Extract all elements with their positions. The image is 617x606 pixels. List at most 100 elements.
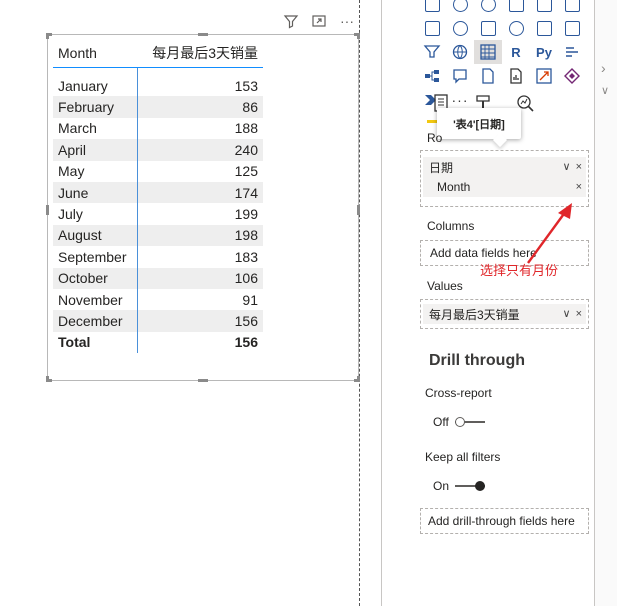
close-icon[interactable]: × bbox=[576, 307, 582, 321]
close-icon[interactable]: × bbox=[576, 180, 582, 194]
row-label: July bbox=[53, 203, 138, 225]
resize-handle[interactable] bbox=[46, 33, 49, 39]
table-icon[interactable] bbox=[474, 16, 502, 40]
map-icon[interactable] bbox=[446, 0, 474, 16]
cross-report-toggle-row: Off bbox=[433, 415, 485, 429]
table-row[interactable]: March 188 bbox=[53, 117, 263, 140]
shape-map-icon[interactable] bbox=[502, 0, 530, 16]
funnel-icon[interactable] bbox=[418, 16, 446, 40]
smart-narrative-icon[interactable] bbox=[474, 64, 502, 88]
more-options-icon[interactable]: ··· bbox=[338, 12, 356, 30]
row-label: January bbox=[53, 75, 138, 97]
table-row[interactable]: December 156 bbox=[53, 310, 263, 332]
table-row[interactable]: February 86 bbox=[53, 96, 263, 118]
columns-label: Columns bbox=[427, 219, 475, 233]
close-icon[interactable]: × bbox=[576, 160, 582, 174]
decomposition-tree-icon[interactable] bbox=[418, 64, 446, 88]
values-well[interactable]: 每月最后3天销量 ∨ × bbox=[420, 299, 589, 329]
row-value: 156 bbox=[137, 310, 263, 332]
cross-report-label: Cross-report bbox=[425, 386, 492, 400]
total-value: 156 bbox=[234, 334, 258, 351]
key-influencers-icon[interactable] bbox=[558, 40, 586, 64]
resize-handle[interactable] bbox=[357, 33, 360, 39]
paginated-report-icon[interactable] bbox=[502, 64, 530, 88]
row-value: 198 bbox=[137, 224, 263, 247]
column-header-sales[interactable]: 每月最后3天销量 bbox=[137, 39, 263, 68]
resize-handle[interactable] bbox=[357, 376, 360, 382]
resize-handle[interactable] bbox=[46, 205, 49, 215]
chevron-down-icon[interactable]: ∨ bbox=[563, 160, 571, 174]
drill-through-well[interactable]: Add drill-through fields here bbox=[420, 508, 589, 534]
row-value: 174 bbox=[137, 181, 263, 204]
row-label: October bbox=[53, 267, 138, 289]
row-value: 183 bbox=[234, 248, 258, 265]
row-value: 125 bbox=[234, 163, 258, 180]
matrix-visual[interactable]: Month 每月最后3天销量 January 153 February 86 March… bbox=[46, 33, 360, 382]
slicer-icon[interactable] bbox=[558, 16, 586, 40]
resize-handle[interactable] bbox=[198, 379, 208, 382]
pane-gap bbox=[362, 0, 382, 606]
line-clustered-column-icon[interactable] bbox=[418, 0, 446, 16]
resize-handle[interactable] bbox=[46, 376, 49, 382]
row-value: 188 bbox=[234, 120, 258, 137]
drill-through-title: Drill through bbox=[429, 352, 525, 369]
row-value: 106 bbox=[137, 267, 263, 289]
row-label: March bbox=[53, 117, 138, 140]
row-value: 199 bbox=[234, 206, 258, 223]
table-row[interactable]: October 106 bbox=[53, 267, 263, 289]
table-row[interactable]: May 125 bbox=[53, 160, 263, 182]
column-header-month[interactable]: Month bbox=[53, 39, 137, 68]
python-visual-icon[interactable]: Py bbox=[530, 40, 558, 64]
donut-icon[interactable] bbox=[502, 16, 530, 40]
rows-field-date-hierarchy[interactable]: 日期 ∨ × bbox=[423, 157, 586, 177]
filled-map-icon[interactable] bbox=[474, 0, 502, 16]
power-apps-icon[interactable] bbox=[530, 64, 558, 88]
drill-through-placeholder: Add drill-through fields here bbox=[428, 514, 575, 528]
table-row[interactable]: January 153 bbox=[53, 75, 263, 97]
table-row[interactable]: June 174 bbox=[53, 181, 263, 204]
field-label: Month bbox=[437, 180, 471, 194]
row-label: September bbox=[53, 246, 138, 268]
table-row[interactable]: November 91 bbox=[53, 288, 263, 311]
chevron-down-icon[interactable]: ∨ bbox=[601, 84, 609, 97]
row-label: August bbox=[53, 224, 138, 247]
row-value: 86 bbox=[137, 96, 263, 118]
table-row[interactable]: April 240 bbox=[53, 139, 263, 161]
keep-all-filters-toggle[interactable] bbox=[455, 481, 486, 491]
visual-header: ··· bbox=[282, 12, 356, 32]
table-row[interactable]: September 183 bbox=[53, 246, 263, 268]
row-label: May bbox=[53, 160, 138, 182]
funnel-chart-icon[interactable] bbox=[418, 40, 446, 64]
multi-row-card-icon[interactable] bbox=[558, 0, 586, 16]
keep-all-filters-state: On bbox=[433, 479, 450, 493]
table-row[interactable]: July 199 bbox=[53, 203, 263, 225]
cross-report-toggle[interactable] bbox=[454, 417, 485, 427]
total-row[interactable]: Total 156 bbox=[53, 331, 263, 354]
cross-report-state: Off bbox=[433, 415, 449, 429]
qna-icon[interactable] bbox=[446, 64, 474, 88]
keep-all-filters-toggle-row: On bbox=[433, 479, 486, 493]
row-label: November bbox=[53, 288, 138, 311]
rows-field-month[interactable]: Month × bbox=[423, 177, 586, 197]
resize-handle[interactable] bbox=[198, 33, 208, 36]
matrix-visual-icon[interactable] bbox=[474, 40, 502, 64]
gauge-icon[interactable] bbox=[446, 16, 474, 40]
chevron-right-icon[interactable]: › bbox=[601, 60, 606, 76]
row-label: December bbox=[53, 310, 138, 332]
rows-label: Ro bbox=[427, 131, 443, 145]
r-visual-icon[interactable]: R bbox=[502, 40, 530, 64]
power-automate-icon[interactable] bbox=[558, 64, 586, 88]
values-field-sales[interactable]: 每月最后3天销量 ∨ × bbox=[423, 304, 586, 324]
row-label: June bbox=[53, 181, 138, 204]
values-label: Values bbox=[427, 279, 463, 293]
table-row[interactable]: August 198 bbox=[53, 224, 263, 247]
kpi-icon[interactable] bbox=[530, 16, 558, 40]
resize-handle[interactable] bbox=[357, 205, 360, 215]
field-tooltip: '表4'[日期] bbox=[437, 108, 521, 139]
card-icon[interactable] bbox=[530, 0, 558, 16]
globe-icon[interactable] bbox=[446, 40, 474, 64]
filter-icon[interactable] bbox=[282, 12, 300, 30]
chevron-down-icon[interactable]: ∨ bbox=[563, 307, 571, 321]
annotation-arrow bbox=[527, 203, 572, 264]
focus-mode-icon[interactable] bbox=[310, 12, 328, 30]
